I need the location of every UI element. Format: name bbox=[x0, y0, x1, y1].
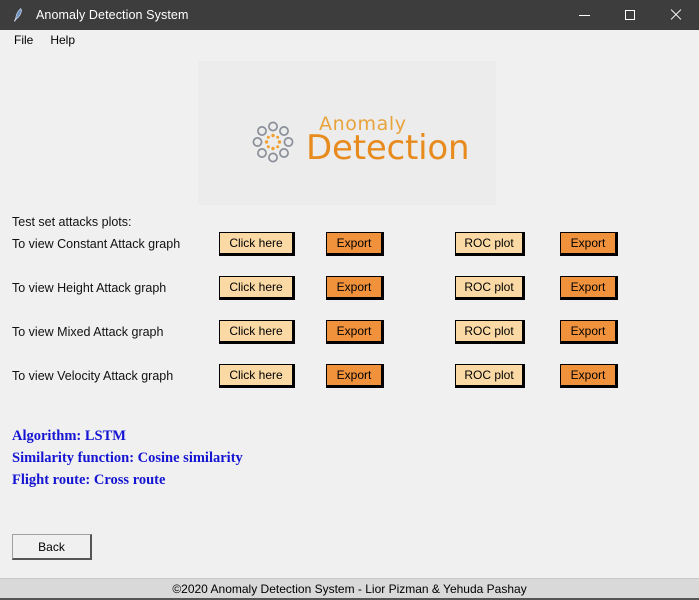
info-flight-route: Flight route: Cross route bbox=[12, 472, 166, 488]
feather-icon bbox=[11, 7, 27, 23]
constant-graph-export-button[interactable]: Export bbox=[326, 232, 384, 256]
constant-roc-export-button[interactable]: Export bbox=[560, 232, 618, 256]
title-bar: Anomaly Detection System bbox=[0, 0, 699, 30]
velocity-roc-export-button[interactable]: Export bbox=[560, 364, 618, 388]
section-title: Test set attacks plots: bbox=[12, 215, 132, 229]
row-label-height: To view Height Attack graph bbox=[12, 281, 167, 295]
window-title: Anomaly Detection System bbox=[36, 8, 189, 22]
menu-item-help[interactable]: Help bbox=[44, 31, 84, 50]
constant-roc-button[interactable]: ROC plot bbox=[455, 232, 525, 256]
menu-bar: File Help bbox=[0, 30, 699, 52]
info-algorithm: Algorithm: LSTM bbox=[12, 428, 126, 444]
mixed-graph-button[interactable]: Click here bbox=[219, 320, 295, 344]
client-area: Anomaly Detection Test set attacks plots… bbox=[0, 52, 699, 579]
velocity-roc-button[interactable]: ROC plot bbox=[455, 364, 525, 388]
logo-wordmark: Anomaly Detection bbox=[306, 115, 506, 168]
height-roc-export-button[interactable]: Export bbox=[560, 276, 618, 300]
back-button[interactable]: Back bbox=[12, 534, 92, 560]
footer-bar: ©2020 Anomaly Detection System - Lior Pi… bbox=[0, 578, 699, 600]
menu-item-file[interactable]: File bbox=[8, 31, 42, 50]
logo-text-detection: Detection bbox=[306, 128, 470, 168]
height-roc-button[interactable]: ROC plot bbox=[455, 276, 525, 300]
velocity-graph-button[interactable]: Click here bbox=[219, 364, 295, 388]
height-graph-button[interactable]: Click here bbox=[219, 276, 295, 300]
row-label-mixed: To view Mixed Attack graph bbox=[12, 325, 164, 339]
footer-copyright: ©2020 Anomaly Detection System - Lior Pi… bbox=[172, 581, 527, 596]
constant-graph-button[interactable]: Click here bbox=[219, 232, 295, 256]
mixed-graph-export-button[interactable]: Export bbox=[326, 320, 384, 344]
maximize-button[interactable] bbox=[607, 0, 653, 30]
row-label-constant: To view Constant Attack graph bbox=[12, 237, 181, 251]
row-label-velocity: To view Velocity Attack graph bbox=[12, 369, 174, 383]
minimize-button[interactable] bbox=[561, 0, 607, 30]
anomaly-dots-icon bbox=[250, 119, 296, 170]
maximize-icon bbox=[625, 10, 635, 20]
close-icon bbox=[670, 9, 682, 21]
mixed-roc-export-button[interactable]: Export bbox=[560, 320, 618, 344]
close-button[interactable] bbox=[653, 0, 699, 30]
velocity-graph-export-button[interactable]: Export bbox=[326, 364, 384, 388]
info-similarity-function: Similarity function: Cosine similarity bbox=[12, 450, 243, 466]
mixed-roc-button[interactable]: ROC plot bbox=[455, 320, 525, 344]
minimize-icon bbox=[578, 14, 590, 16]
height-graph-export-button[interactable]: Export bbox=[326, 276, 384, 300]
application-window: Anomaly Detection System File Help Anoma… bbox=[0, 0, 699, 600]
window-controls bbox=[561, 0, 699, 30]
app-logo: Anomaly Detection bbox=[250, 115, 470, 170]
